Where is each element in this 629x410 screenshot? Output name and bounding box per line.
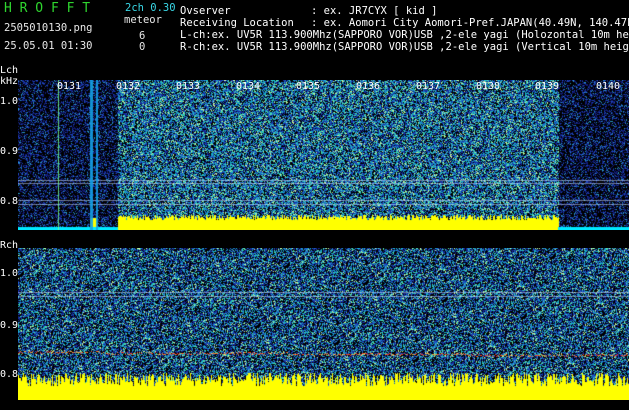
observer-value: : ex. JR7CYX [ kid ] [311,5,438,17]
time-tick-0134: 0134 [236,81,261,92]
time-tick-0137: 0137 [416,81,441,92]
rch-description: R-ch:ex. UV5R 113.900Mhz(SAPPORO VOR)USB… [180,41,629,53]
meteor-label: meteor [124,14,162,26]
lch-spectrogram-canvas [18,80,629,230]
lch-unit: kHz [0,76,19,87]
lch-spectrogram [18,80,629,230]
lch-ytick-2: 0.9 [0,146,19,157]
location-key: Receiving Location [180,17,294,29]
rch-spectrogram [18,248,629,400]
time-tick-0136: 0136 [356,81,381,92]
datetime: 25.05.01 01:30 [4,40,93,52]
rch-ytick-3: 0.8 [0,369,19,380]
lch-ytick-3: 0.8 [0,196,19,207]
rch-label: Rch [0,240,19,251]
rch-meteor-count: 0 [139,41,146,53]
location-value: : ex. Aomori City Aomori-Pref.JAPAN(40.4… [311,17,629,29]
time-tick-0138: 0138 [476,81,501,92]
app-logo: H R O F F T [4,1,91,16]
lch-label: Lch [0,65,19,76]
rch-spectrogram-canvas [18,248,629,400]
time-tick-0131: 0131 [57,81,82,92]
time-tick-0140: 0140 [596,81,621,92]
file-name: 2505010130.png [4,22,93,34]
mode-label: 2ch 0.30 [125,2,176,14]
lch-description: L-ch:ex. UV5R 113.900Mhz(SAPPORO VOR)USB… [180,29,629,41]
time-tick-0132: 0132 [116,81,141,92]
rch-ytick-1: 1.0 [0,268,19,279]
rch-ytick-2: 0.9 [0,320,19,331]
lch-ytick-1: 1.0 [0,96,19,107]
time-tick-0139: 0139 [535,81,560,92]
observer-key: Ovserver [180,5,231,17]
time-tick-0133: 0133 [176,81,201,92]
time-tick-0135: 0135 [296,81,321,92]
